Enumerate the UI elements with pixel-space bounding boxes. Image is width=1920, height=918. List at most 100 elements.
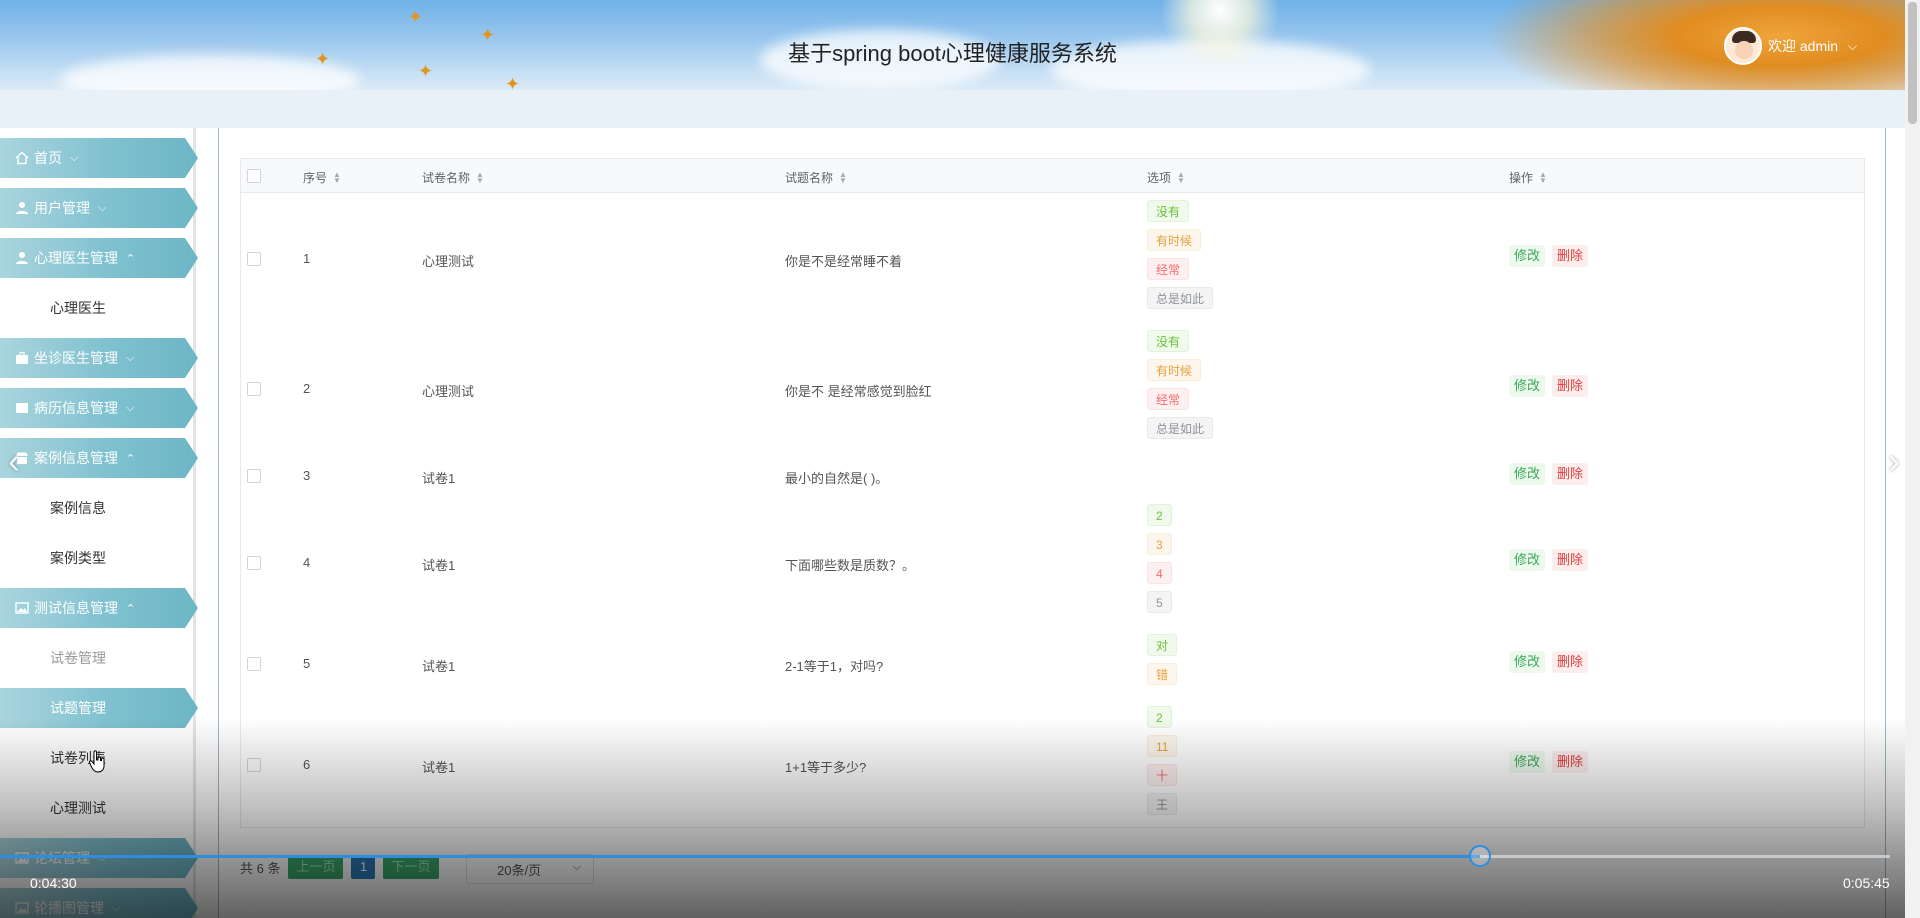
row-index: 1 xyxy=(303,251,311,266)
user-menu[interactable]: 欢迎 admin ⌵ xyxy=(1724,24,1857,68)
image-icon xyxy=(14,850,30,866)
prev-page-button[interactable]: 上一页 xyxy=(288,855,344,879)
option-tag: 5 xyxy=(1147,591,1172,613)
option-tag: 3 xyxy=(1147,533,1172,555)
sort-icon[interactable]: ▲ ▼ xyxy=(1177,170,1185,184)
scrollbar-thumb[interactable] xyxy=(1908,2,1917,124)
sub-header-bar xyxy=(0,90,1905,128)
page-scrollbar[interactable] xyxy=(1905,0,1920,918)
welcome-text[interactable]: 欢迎 admin xyxy=(1768,36,1838,56)
sidebar: 首页 ⌵ 用户管理 ⌵ 心理医生管理 ⌃ 心理医生 坐诊医生管理 ⌵ 病历信息管… xyxy=(0,128,200,918)
row-checkbox[interactable] xyxy=(247,469,261,483)
delete-button[interactable]: 删除 xyxy=(1552,651,1589,673)
table-header: 序号 ▲ ▼ 试卷名称 ▲ ▼ 试题名称 ▲ ▼ 选项 ▲ ▼ 操作 ▲ ▼ xyxy=(241,159,1864,193)
sidebar-subitem-paper-manage[interactable]: 试卷管理 xyxy=(0,638,190,678)
sidebar-item-psych-doctors[interactable]: 心理医生管理 ⌃ xyxy=(0,238,198,278)
sidebar-item-duty-doctors[interactable]: 坐诊医生管理 ⌵ xyxy=(0,338,198,378)
page-size-select[interactable]: 20条/页 ⌵ xyxy=(466,854,594,884)
sidebar-item-cases[interactable]: 案例信息管理 ⌃ xyxy=(0,438,198,478)
column-header-index[interactable]: 序号 ▲ ▼ xyxy=(303,169,341,186)
sort-icon[interactable]: ▲ ▼ xyxy=(839,170,847,184)
hand-cursor-icon xyxy=(88,750,108,779)
delete-button[interactable]: 删除 xyxy=(1552,245,1589,267)
briefcase-icon xyxy=(14,350,30,366)
row-paper-name: 试卷1 xyxy=(422,659,456,674)
page-number-button[interactable]: 1 xyxy=(351,855,376,879)
option-tag: 2 xyxy=(1147,504,1172,526)
sidebar-item-label: 心理医生管理 xyxy=(34,250,118,266)
sidebar-item-users[interactable]: 用户管理 ⌵ xyxy=(0,188,198,228)
row-checkbox[interactable] xyxy=(247,556,261,570)
delete-button[interactable]: 删除 xyxy=(1552,751,1589,773)
row-checkbox[interactable] xyxy=(247,758,261,772)
sidebar-item-medical-records[interactable]: 病历信息管理 ⌵ xyxy=(0,388,198,428)
column-header-options[interactable]: 选项 ▲ ▼ xyxy=(1147,169,1185,186)
next-arrow-icon[interactable]: › xyxy=(1888,440,1900,482)
column-header-paper[interactable]: 试卷名称 ▲ ▼ xyxy=(422,169,484,186)
table-row: 6 试卷1 1+1等于多少? 2 11 十 王 修改 删除 xyxy=(241,699,1864,829)
option-tag: 经常 xyxy=(1147,258,1190,280)
prev-arrow-icon[interactable]: ‹ xyxy=(8,440,20,482)
row-checkbox[interactable] xyxy=(247,382,261,396)
column-header-actions[interactable]: 操作 ▲ ▼ xyxy=(1509,169,1547,186)
main-border-right xyxy=(1885,128,1886,918)
row-question: 1+1等于多少? xyxy=(785,760,867,775)
video-progress-handle[interactable] xyxy=(1469,845,1491,867)
select-all-checkbox[interactable] xyxy=(247,169,261,183)
sidebar-border xyxy=(193,128,196,918)
sidebar-item-home[interactable]: 首页 ⌵ xyxy=(0,138,198,178)
system-title: 基于spring boot心理健康服务系统 xyxy=(788,41,1117,66)
row-question: 下面哪些数是质数？。 xyxy=(785,558,916,573)
edit-button[interactable]: 修改 xyxy=(1509,245,1546,267)
sort-icon[interactable]: ▲ ▼ xyxy=(333,170,341,184)
next-page-button[interactable]: 下一页 xyxy=(383,855,439,879)
column-header-question[interactable]: 试题名称 ▲ ▼ xyxy=(785,169,847,186)
delete-button[interactable]: 删除 xyxy=(1552,549,1589,571)
row-question: 最小的自然是( )。 xyxy=(785,471,889,486)
edit-button[interactable]: 修改 xyxy=(1509,549,1546,571)
delete-button[interactable]: 删除 xyxy=(1552,463,1589,485)
row-index: 5 xyxy=(303,656,311,671)
sidebar-item-label: 论坛管理 xyxy=(34,850,90,866)
edit-button[interactable]: 修改 xyxy=(1509,375,1546,397)
row-paper-name: 试卷1 xyxy=(422,760,456,775)
chevron-down-icon[interactable]: ⌵ xyxy=(1848,39,1857,54)
delete-button[interactable]: 删除 xyxy=(1552,375,1589,397)
row-checkbox[interactable] xyxy=(247,657,261,671)
chevron-down-icon: ⌵ xyxy=(572,861,581,873)
home-icon xyxy=(14,150,30,166)
sort-icon[interactable]: ▲ ▼ xyxy=(476,170,484,184)
sidebar-subitem-case-info[interactable]: 案例信息 xyxy=(0,488,190,528)
sidebar-subitem-psych-test[interactable]: 心理测试 xyxy=(0,788,190,828)
leaf-icon: ✦ xyxy=(505,74,521,90)
video-current-time: 0:04:30 xyxy=(30,875,77,891)
chevron-down-icon: ⌵ xyxy=(98,201,107,214)
sidebar-item-label: 案例信息管理 xyxy=(34,450,118,466)
sidebar-item-tests[interactable]: 测试信息管理 ⌃ xyxy=(0,588,198,628)
sidebar-item-label: 测试信息管理 xyxy=(34,600,118,616)
sidebar-subitem-psych-doctor[interactable]: 心理医生 xyxy=(0,288,190,328)
chevron-down-icon: ⌵ xyxy=(112,901,121,914)
option-tag: 有时候 xyxy=(1147,229,1202,251)
edit-button[interactable]: 修改 xyxy=(1509,651,1546,673)
option-tag: 没有 xyxy=(1147,200,1190,222)
edit-button[interactable]: 修改 xyxy=(1509,463,1546,485)
row-checkbox[interactable] xyxy=(247,252,261,266)
edit-button[interactable]: 修改 xyxy=(1509,751,1546,773)
row-question: 你是不是经常睡不着 xyxy=(785,254,903,269)
sidebar-subitem-case-type[interactable]: 案例类型 xyxy=(0,538,190,578)
avatar[interactable] xyxy=(1724,27,1762,65)
user-icon xyxy=(14,250,30,266)
sidebar-subitem-question-manage[interactable]: 试题管理 xyxy=(0,688,198,728)
row-paper-name: 心理测试 xyxy=(422,384,475,399)
chevron-down-icon: ⌵ xyxy=(126,351,135,364)
sidebar-item-forum[interactable]: 论坛管理 ⌵ xyxy=(0,838,198,878)
table-row: 3 试卷1 最小的自然是( )。 修改 删除 xyxy=(241,453,1864,497)
sort-icon[interactable]: ▲ ▼ xyxy=(1539,170,1547,184)
chevron-up-icon: ⌃ xyxy=(126,252,136,265)
row-paper-name: 试卷1 xyxy=(422,471,456,486)
table-row: 2 心理测试 你是不 是经常感觉到脸红 没有 有时候 经常 总是如此 修改 删除 xyxy=(241,323,1864,453)
sidebar-item-label: 病历信息管理 xyxy=(34,400,118,416)
sidebar-item-carousel[interactable]: 轮播图管理 ⌵ xyxy=(0,888,198,918)
row-paper-name: 试卷1 xyxy=(422,558,456,573)
